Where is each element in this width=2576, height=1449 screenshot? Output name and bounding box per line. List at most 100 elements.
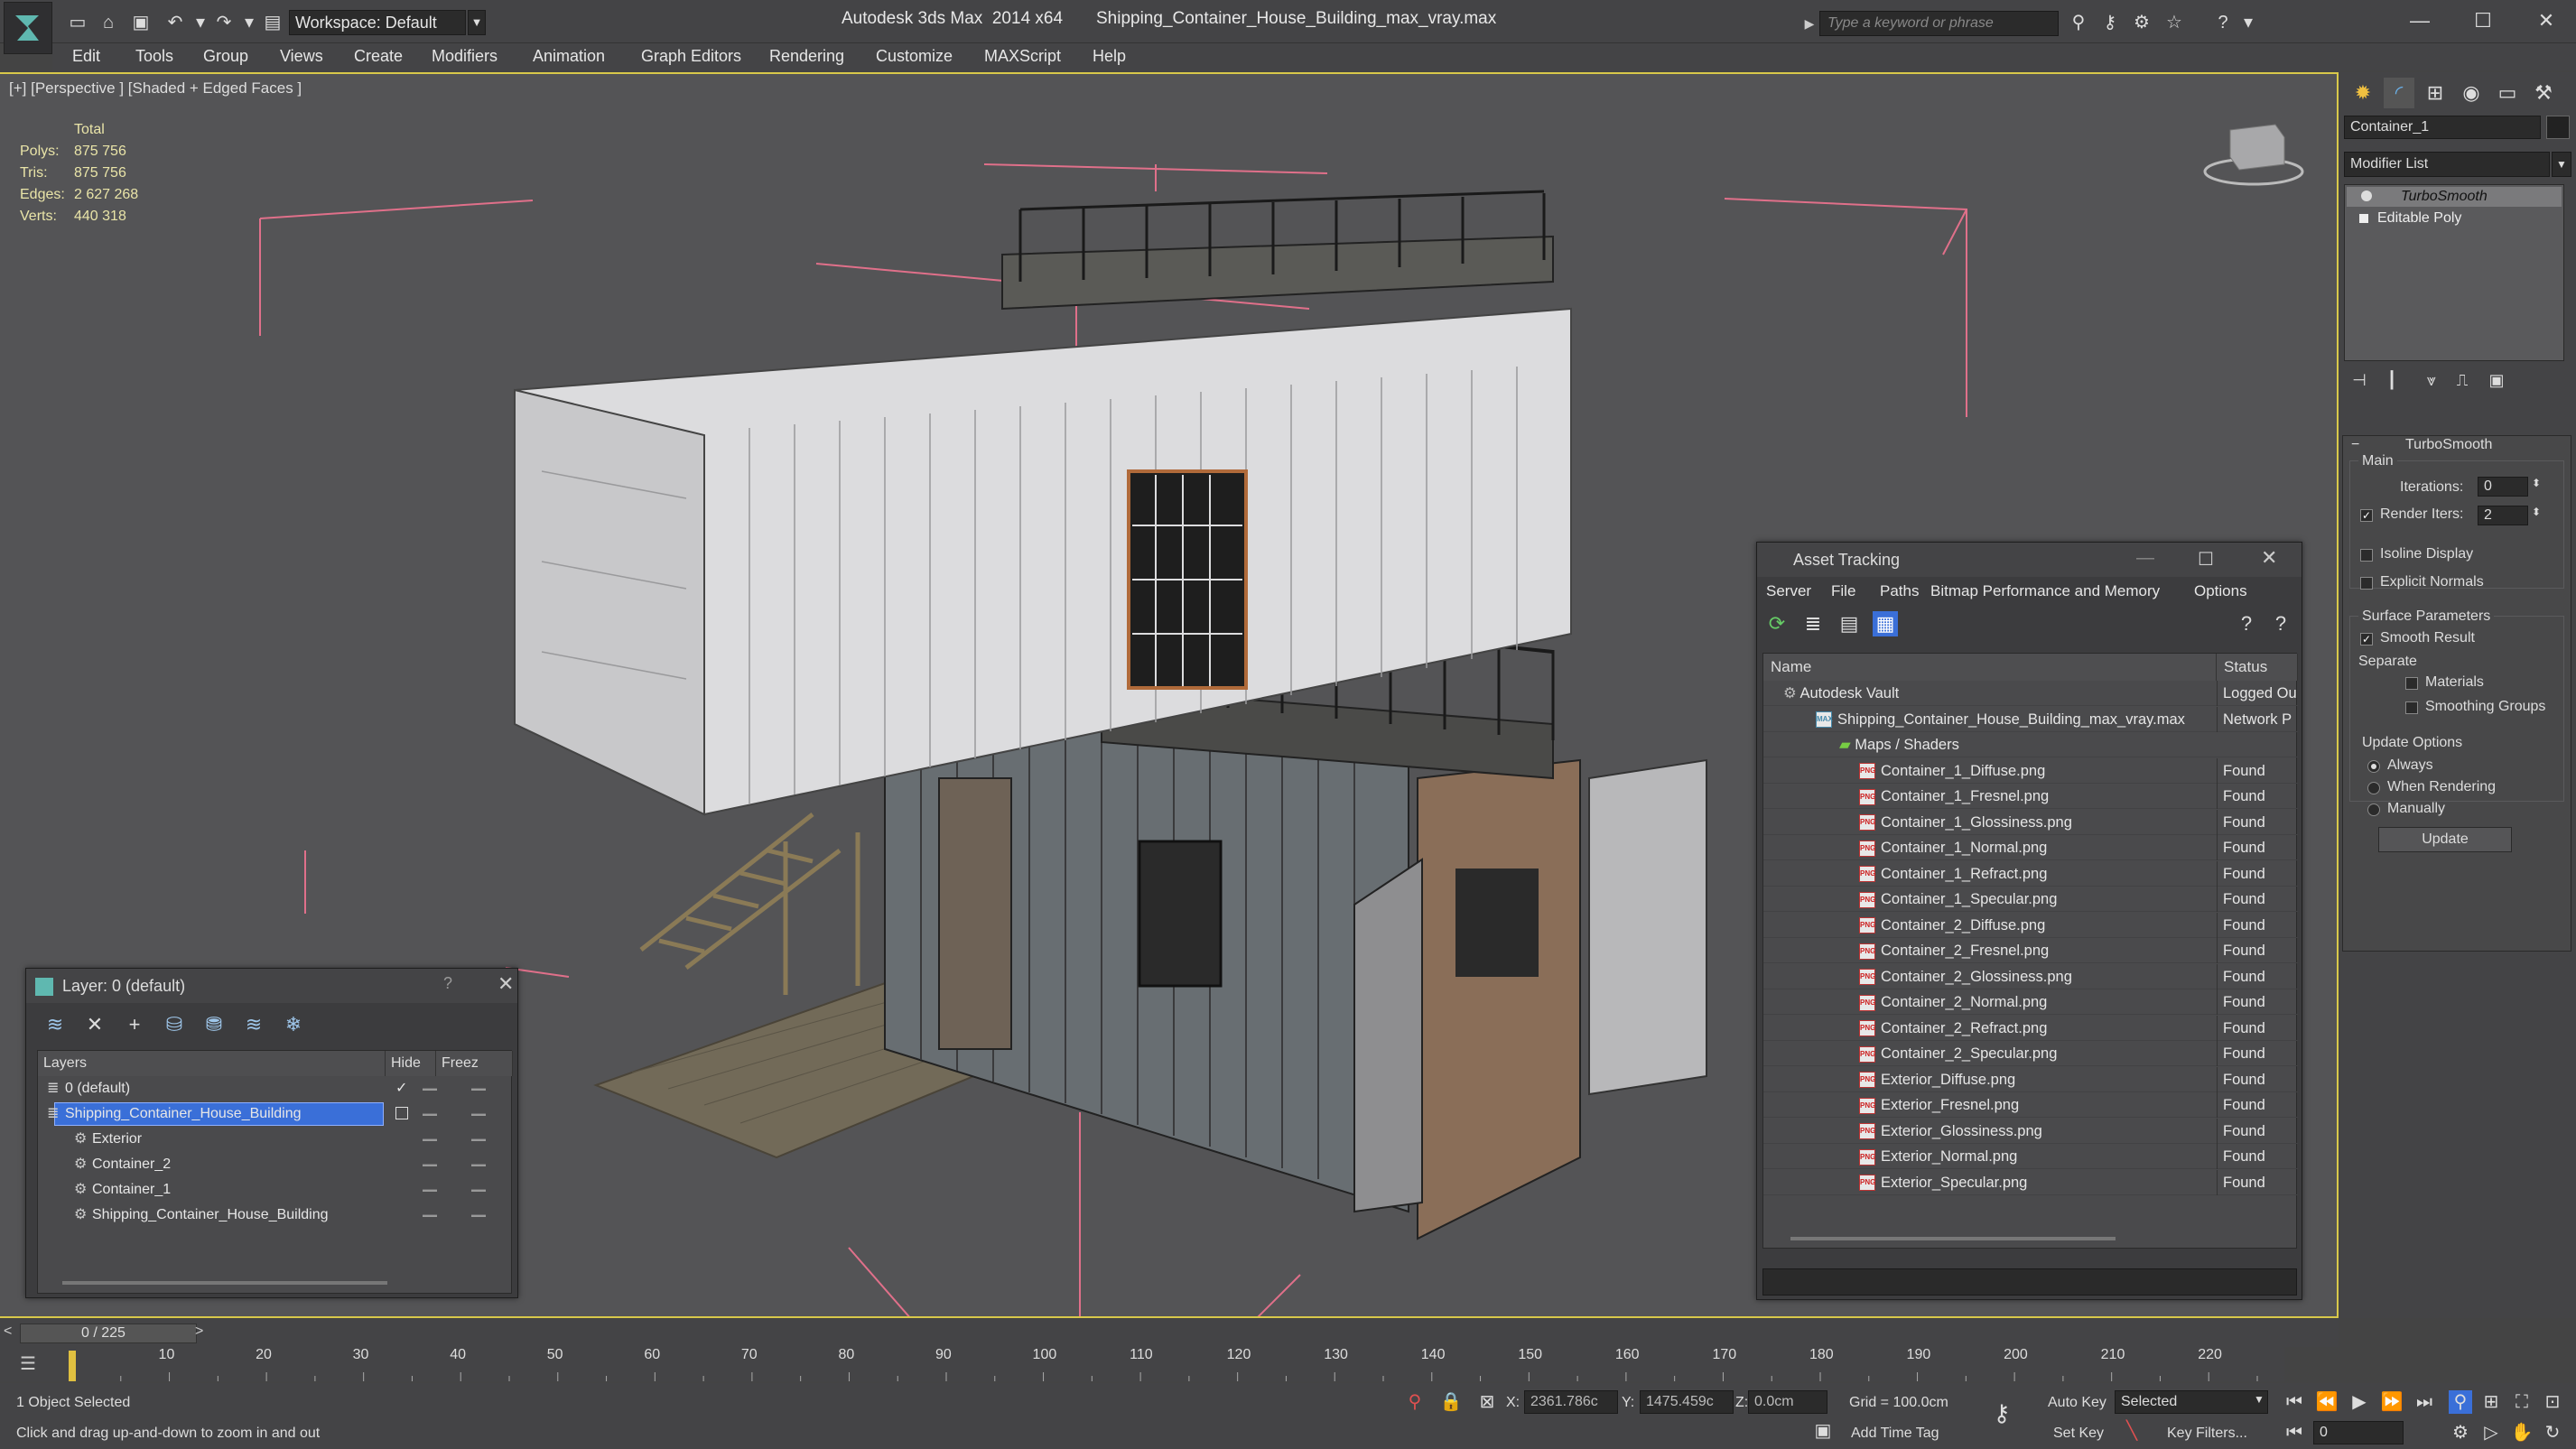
hide-toggle-icon[interactable]: ▬▬ <box>423 1127 437 1152</box>
asset-menu-server[interactable]: Server <box>1766 582 1811 600</box>
play-icon[interactable]: ▶ <box>2348 1390 2371 1414</box>
asset-row[interactable]: PNG Exterior_Diffuse.png Found <box>1763 1066 2298 1092</box>
pan-view-icon[interactable]: ✋ <box>2510 1421 2534 1444</box>
time-config-icon[interactable]: ⚙ <box>2449 1421 2472 1444</box>
modify-tab-icon[interactable]: ◜ <box>2384 78 2414 108</box>
asset-row[interactable]: PNG Container_1_Glossiness.png Found <box>1763 809 2298 835</box>
asset-tracking-title[interactable]: Asset Tracking <box>1757 543 2302 577</box>
asset-row[interactable]: PNG Exterior_Normal.png Found <box>1763 1144 2298 1169</box>
zoom-extents-icon[interactable]: ⛶ <box>2510 1390 2534 1414</box>
asset-row[interactable]: PNG Container_2_Diffuse.png Found <box>1763 912 2298 938</box>
modifier-list-dropdown[interactable]: Modifier List <box>2344 152 2550 177</box>
asset-row[interactable]: PNG Container_1_Normal.png Found <box>1763 835 2298 860</box>
layer-delete-icon[interactable]: ✕ <box>82 1012 107 1037</box>
asset-row[interactable]: PNG Container_1_Fresnel.png Found <box>1763 784 2298 809</box>
smooth-result-checkbox[interactable]: ✓ <box>2360 633 2373 646</box>
hide-column-header[interactable]: Hide <box>386 1051 436 1076</box>
menu-tools[interactable]: Tools <box>135 47 173 66</box>
utilities-tab-icon[interactable]: ⚒ <box>2528 78 2559 108</box>
explicit-normals-checkbox[interactable] <box>2360 577 2373 590</box>
render-iters-spinner[interactable]: 2 <box>2478 506 2528 525</box>
go-to-end-icon[interactable]: ⏭ <box>2413 1390 2436 1414</box>
current-layer-box-icon[interactable] <box>395 1107 408 1119</box>
freeze-toggle-icon[interactable]: ▬▬ <box>471 1076 486 1101</box>
object-color-swatch[interactable] <box>2546 116 2570 139</box>
search-input[interactable]: Type a keyword or phrase <box>1819 11 2059 36</box>
motion-tab-icon[interactable]: ◉ <box>2456 78 2487 108</box>
zoom-all-icon[interactable]: ⊞ <box>2479 1390 2503 1414</box>
previous-frame-icon[interactable]: ⏪ <box>2315 1390 2339 1414</box>
asset-path-field[interactable] <box>1762 1268 2297 1296</box>
asset-row[interactable]: PNG Exterior_Glossiness.png Found <box>1763 1118 2298 1144</box>
redo-dropdown-icon[interactable]: ▾ <box>238 13 260 33</box>
binoculars-icon[interactable]: ⚲ <box>2068 13 2089 33</box>
freeze-toggle-icon[interactable]: ▬▬ <box>471 1101 486 1127</box>
modifier-enable-icon[interactable] <box>2361 190 2372 201</box>
layer-add-selection-icon[interactable]: + <box>122 1012 147 1037</box>
viewport-label[interactable]: [+] [Perspective ] [Shaded + Edged Faces… <box>9 79 302 98</box>
update-button[interactable]: Update <box>2378 827 2512 852</box>
layer-highlight-icon[interactable]: ⛃ <box>201 1012 227 1037</box>
field-of-view-icon[interactable]: ▷ <box>2479 1421 2503 1444</box>
maximize-button[interactable]: ☐ <box>2465 5 2501 36</box>
object-name-field[interactable]: Container_1 <box>2344 116 2541 139</box>
layer-create-icon[interactable]: ≋ <box>42 1012 68 1037</box>
key-filters-button[interactable]: Key Filters... <box>2167 1426 2247 1442</box>
rollout-collapse-icon[interactable]: − <box>2351 437 2359 453</box>
layer-column-header[interactable]: Layers <box>38 1051 386 1076</box>
asset-row[interactable]: PNG Exterior_Specular.png Found <box>1763 1169 2298 1195</box>
add-time-tag[interactable]: Add Time Tag <box>1851 1426 1939 1442</box>
asset-row[interactable]: MAX Shipping_Container_House_Building_max… <box>1763 706 2298 732</box>
configure-sets-icon[interactable]: ▣ <box>2481 365 2512 395</box>
menu-edit[interactable]: Edit <box>72 47 100 66</box>
layer-row[interactable]: ≣ 0 (default) ✓ ▬▬ ▬▬ <box>38 1076 513 1101</box>
hide-toggle-icon[interactable]: ▬▬ <box>423 1203 437 1228</box>
key-mode-icon[interactable]: ⚷ <box>1990 1401 2013 1425</box>
menu-customize[interactable]: Customize <box>876 47 953 66</box>
y-coordinate-field[interactable]: 1475.459c <box>1640 1390 1734 1414</box>
menu-create[interactable]: Create <box>354 47 403 66</box>
hierarchy-tab-icon[interactable]: ⊞ <box>2420 78 2450 108</box>
current-frame-marker[interactable] <box>69 1351 76 1381</box>
expand-icon[interactable] <box>2359 214 2368 223</box>
asset-menu-bitmap-performance[interactable]: Bitmap Performance and Memory <box>1930 582 2160 600</box>
layer-close-button[interactable]: ✕ <box>498 972 514 996</box>
refresh-icon[interactable]: ⟳ <box>1764 611 1790 636</box>
asset-row[interactable]: PNG Container_2_Specular.png Found <box>1763 1041 2298 1066</box>
asset-row[interactable]: PNG Container_2_Normal.png Found <box>1763 989 2298 1015</box>
when-rendering-radio[interactable] <box>2367 782 2380 794</box>
time-slider[interactable]: < 0 / 225 > <box>0 1320 2339 1347</box>
asset-menu-options[interactable]: Options <box>2194 582 2247 600</box>
help-icon[interactable]: ? <box>2212 13 2234 33</box>
time-next-icon[interactable]: > <box>195 1324 203 1340</box>
new-file-icon[interactable]: ▭ <box>67 13 88 33</box>
next-frame-icon[interactable]: ⏩ <box>2380 1390 2404 1414</box>
menu-graph-editors[interactable]: Graph Editors <box>641 47 741 66</box>
key-mode-toggle-icon[interactable]: ⏮ <box>2283 1421 2306 1444</box>
go-to-start-icon[interactable]: ⏮ <box>2283 1390 2306 1414</box>
app-logo-icon[interactable] <box>4 2 52 54</box>
make-unique-icon[interactable]: ⩔ <box>2416 365 2447 395</box>
menu-animation[interactable]: Animation <box>533 47 605 66</box>
undo-icon[interactable]: ↶ <box>164 13 186 33</box>
layer-help-button[interactable]: ? <box>443 974 452 993</box>
isoline-display-checkbox[interactable] <box>2360 549 2373 562</box>
asset-row[interactable]: PNG Container_1_Refract.png Found <box>1763 860 2298 887</box>
table-view-icon[interactable]: ▦ <box>1873 611 1898 636</box>
auto-key-button[interactable]: Auto Key <box>2048 1395 2106 1411</box>
freeze-column-header[interactable]: Freez <box>436 1051 513 1076</box>
asset-menu-file[interactable]: File <box>1831 582 1855 600</box>
modifier-stack-editable-poly[interactable]: Editable Poly <box>2347 209 2562 228</box>
redo-icon[interactable]: ↷ <box>213 13 235 33</box>
menu-rendering[interactable]: Rendering <box>769 47 844 66</box>
asset-close-button[interactable]: ✕ <box>2261 546 2277 570</box>
smoothing-groups-checkbox[interactable] <box>2405 701 2418 714</box>
set-key-button[interactable]: Set Key <box>2053 1426 2104 1442</box>
rollout-title[interactable]: TurboSmooth <box>2405 437 2492 453</box>
remove-modifier-icon[interactable]: ⎍ <box>2447 365 2478 395</box>
layer-row[interactable]: ⚙ Exterior ▬▬ ▬▬ <box>38 1127 513 1152</box>
menu-views[interactable]: Views <box>280 47 323 66</box>
subscription-icon[interactable]: ⚷ <box>2099 13 2121 33</box>
zoom-icon[interactable]: ⚲ <box>2449 1390 2472 1414</box>
hide-toggle-icon[interactable]: ▬▬ <box>423 1101 437 1127</box>
